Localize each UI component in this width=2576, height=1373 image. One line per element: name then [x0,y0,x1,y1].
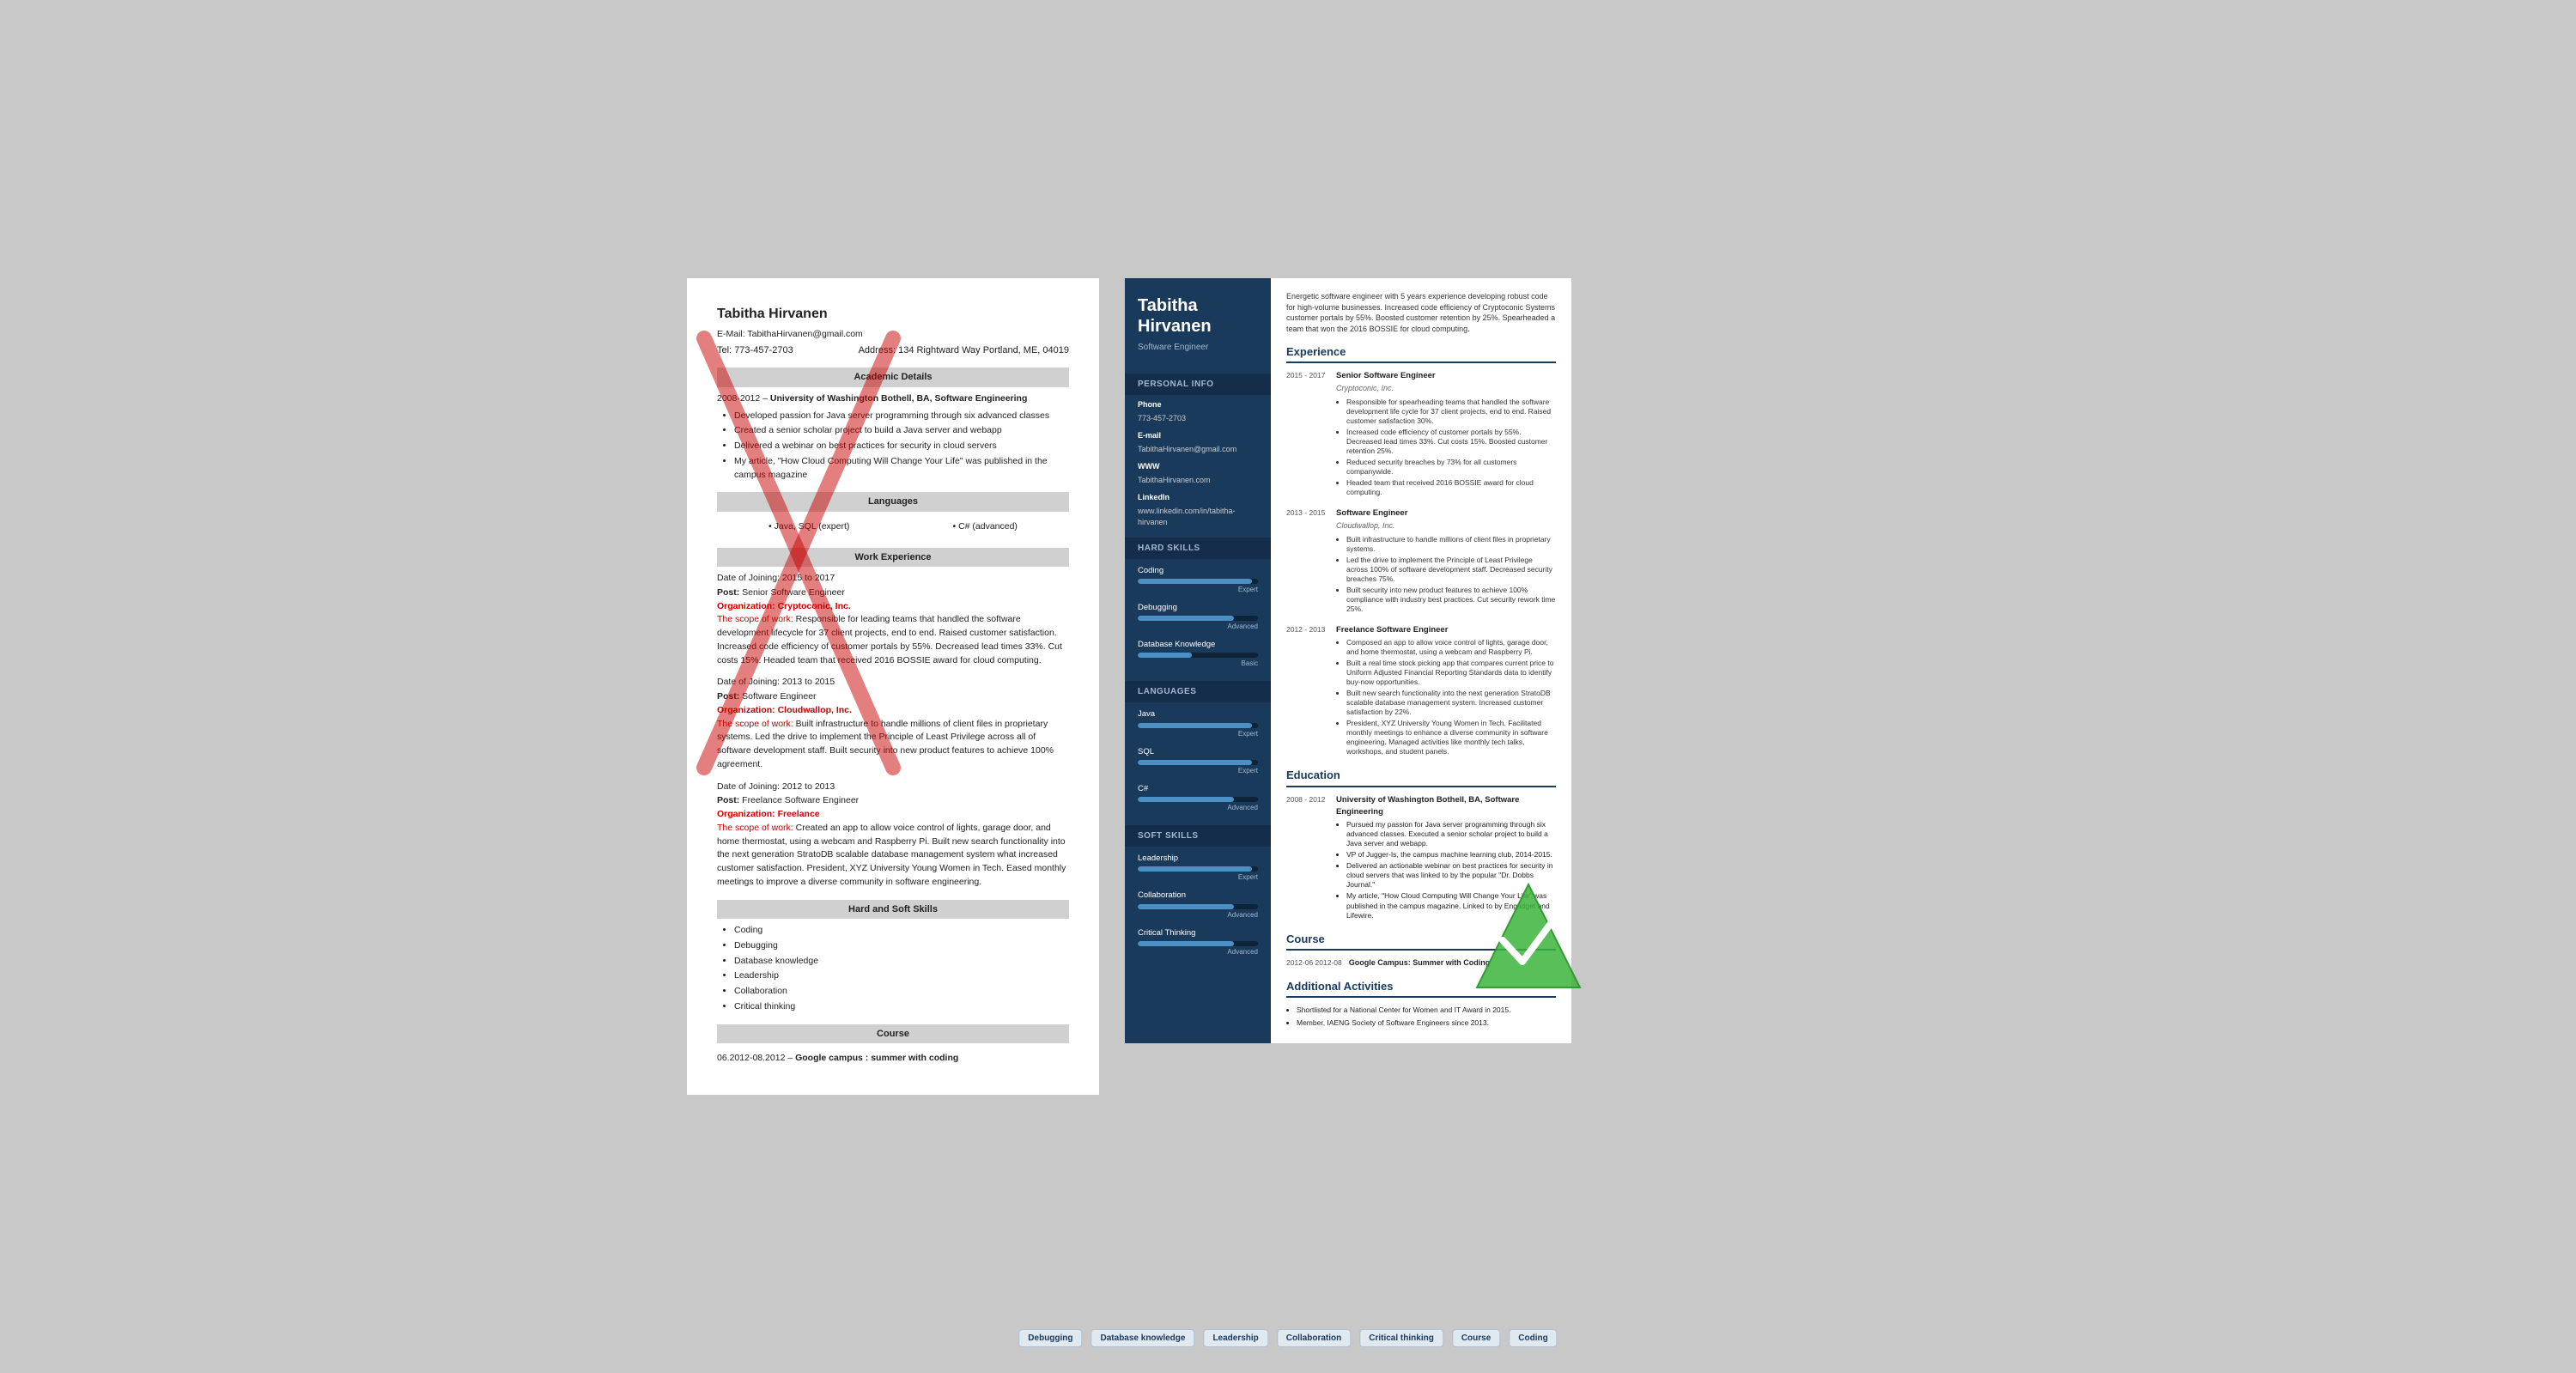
skill-debugging: Debugging Advanced [1125,600,1271,637]
badge-collaboration: Collaboration [1277,1329,1351,1347]
badge-debugging: Debugging [1018,1329,1082,1347]
work-entry-3: Date of Joining: 2012 to 2013 Post: Free… [717,781,1069,890]
academic-section-title: Academic Details [717,368,1069,387]
additional-title: Additional Activities [1286,978,1556,999]
personal-info-title: Personal Info [1125,374,1271,395]
badge-critical-thinking: Critical thinking [1359,1329,1443,1347]
page-container: Tabitha Hirvanen E-Mail: TabithaHirvanen… [687,278,1889,1095]
badge-coding: Coding [1509,1329,1557,1347]
course-section-title: Course [717,1024,1069,1044]
skills-list: Coding Debugging Database knowledge Lead… [734,924,1069,1014]
phone-label: Phone [1125,399,1271,411]
edu-entry-1: 2008 - 2012 University of Washington Bot… [1286,794,1556,922]
skill-database: Database Knowledge Basic [1125,637,1271,674]
languages-title: Languages [1125,681,1271,702]
skill-collaboration: Collaboration Advanced [1125,888,1271,925]
summary-text: Energetic software engineer with 5 years… [1286,291,1556,334]
academic-bullets: Developed passion for Java server progra… [734,410,1069,483]
academic-bullet: My article, "How Cloud Computing Will Ch… [734,455,1069,483]
www-value: TabithaHirvanen.com [1125,473,1271,489]
main-content: Energetic software engineer with 5 years… [1271,278,1571,1043]
exp-entry-1: 2015 - 2017 Senior Software Engineer Cry… [1286,370,1556,499]
sidebar-name: TabithaHirvanen [1138,295,1258,337]
soft-skills-title: Soft Skills [1125,825,1271,847]
badge-course: Course [1452,1329,1500,1347]
course-content: 06.2012-08.2012 – Google campus : summer… [717,1048,1069,1069]
skill-item: Database knowledge [734,955,1069,969]
skill-item: Debugging [734,939,1069,953]
exp-entry-2: 2013 - 2015 Software Engineer Cloudwallo… [1286,507,1556,616]
badge-leadership: Leadership [1203,1329,1267,1347]
course-title: Course [1286,931,1556,951]
additional-bullets: Shortlisted for a National Center for Wo… [1297,1005,1556,1029]
skill-leadership: Leadership Expert [1125,851,1271,888]
left-address: Address: 134 Rightward Way Portland, ME,… [859,343,1069,358]
academic-bullet: Created a senior scholar project to buil… [734,424,1069,438]
left-name: Tabitha Hirvanen [717,304,1069,325]
language-java: • Java, SQL (expert) [769,520,849,534]
experience-title: Experience [1286,343,1556,364]
skill-item: Coding [734,924,1069,938]
left-contact-row: Tel: 773-457-2703 Address: 134 Rightward… [717,343,1069,358]
hard-skills-title: Hard Skills [1125,538,1271,559]
academic-content: 2008-2012 – University of Washington Bot… [717,392,1069,483]
sidebar-name-block: TabithaHirvanen Software Engineer [1125,278,1271,367]
languages-row: • Java, SQL (expert) • C# (advanced) [717,517,1069,538]
academic-bullet: Delivered a webinar on best practices fo… [734,440,1069,453]
linkedin-value: www.linkedin.com/in/tabitha-hirvanen [1125,504,1271,531]
linkedin-label: LinkedIn [1125,492,1271,504]
skill-item: Collaboration [734,985,1069,999]
skill-coding: Coding Expert [1125,563,1271,600]
work-section-title: Work Experience [717,548,1069,568]
language-csharp: • C# (advanced) [952,520,1017,534]
skill-item: Leadership [734,969,1069,983]
education-title: Education [1286,767,1556,787]
email-label: E-mail [1125,430,1271,442]
skill-item: Critical thinking [734,1000,1069,1014]
right-resume: TabithaHirvanen Software Engineer Person… [1125,278,1571,1043]
skill-java: Java Expert [1125,707,1271,744]
skills-badges-container: Debugging Database knowledge Leadership … [1018,1329,1557,1347]
work-entry-1: Date of Joining: 2015 to 2017 Post: Seni… [717,572,1069,667]
phone-value: 773-457-2703 [1125,411,1271,427]
resume-sidebar: TabithaHirvanen Software Engineer Person… [1125,278,1271,1043]
sidebar-title: Software Engineer [1138,341,1258,354]
skill-csharp: C# Advanced [1125,781,1271,818]
course-entry-1: 2012-06 2012-08 Google Campus: Summer wi… [1286,957,1556,969]
left-email: E-Mail: TabithaHirvanen@gmail.com [717,328,1069,342]
work-entry-2: Date of Joining: 2013 to 2015 Post: Soft… [717,676,1069,771]
badge-database: Database knowledge [1091,1329,1195,1347]
skill-sql: SQL Expert [1125,744,1271,781]
exp-entry-3: 2012 - 2013 Freelance Software Engineer … [1286,624,1556,758]
skills-section-title: Hard and Soft Skills [717,900,1069,920]
www-label: WWW [1125,461,1271,473]
skill-critical-thinking: Critical Thinking Advanced [1125,926,1271,963]
languages-section-title: Languages [717,492,1069,512]
left-resume: Tabitha Hirvanen E-Mail: TabithaHirvanen… [687,278,1099,1095]
academic-bullet: Developed passion for Java server progra… [734,410,1069,423]
email-value: TabithaHirvanen@gmail.com [1125,442,1271,458]
left-tel: Tel: 773-457-2703 [717,343,793,358]
